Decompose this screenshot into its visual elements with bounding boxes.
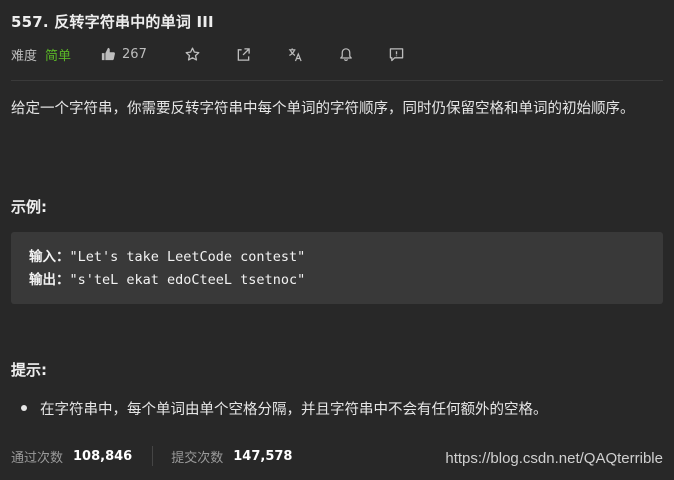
example-code-block: 输入："Let's take LeetCode contest" 输出："s't…: [11, 232, 663, 304]
translate-button[interactable]: [287, 47, 303, 62]
submission-stats: 通过次数 108,846 提交次数 147,578: [11, 446, 292, 466]
bell-icon: [339, 47, 352, 61]
star-icon: [185, 46, 200, 61]
translate-icon: [288, 47, 302, 61]
favorite-button[interactable]: [185, 46, 200, 62]
hint-list-item: 在字符串中，每个单词由单个空格分隔，并且字符串中不会有任何额外的空格。: [21, 398, 548, 419]
thumb-up-icon: [101, 47, 115, 61]
like-button[interactable]: 267: [101, 47, 147, 62]
example-heading: 示例:: [11, 198, 47, 216]
example-input-line: 输入："Let's take LeetCode contest": [29, 246, 663, 269]
difficulty-badge: 简单: [45, 48, 72, 64]
accepted-count: 108,846: [73, 448, 133, 464]
stats-divider: [152, 446, 154, 466]
like-count: 267: [122, 46, 147, 62]
problem-description: 给定一个字符串，你需要反转字符串中每个单词的字符顺序，同时仍保留空格和单词的初始…: [11, 101, 635, 117]
output-label: 输出：: [29, 272, 70, 288]
submissions-count: 147,578: [233, 448, 293, 464]
example-output-line: 输出："s'teL ekat edoCteeL tsetnoc": [29, 269, 663, 292]
feedback-button[interactable]: [389, 47, 404, 62]
difficulty-label: 难度: [11, 48, 38, 64]
problem-meta-bar: 难度 简单 267: [11, 44, 404, 64]
problem-title: 557. 反转字符串中的单词 III: [11, 13, 214, 31]
feedback-icon: [389, 47, 404, 61]
share-icon: [237, 47, 250, 61]
share-button[interactable]: [236, 47, 251, 62]
watermark: https://blog.csdn.net/QAQterrible: [445, 450, 663, 467]
hints-heading: 提示:: [11, 361, 47, 379]
subscribe-button[interactable]: [339, 47, 353, 62]
accepted-label: 通过次数: [11, 450, 64, 466]
input-label: 输入：: [29, 249, 70, 265]
divider: [11, 80, 663, 81]
input-value: "Let's take LeetCode contest": [69, 249, 306, 265]
submissions-label: 提交次数: [171, 450, 224, 466]
output-value: "s'teL ekat edoCteeL tsetnoc": [69, 272, 306, 288]
